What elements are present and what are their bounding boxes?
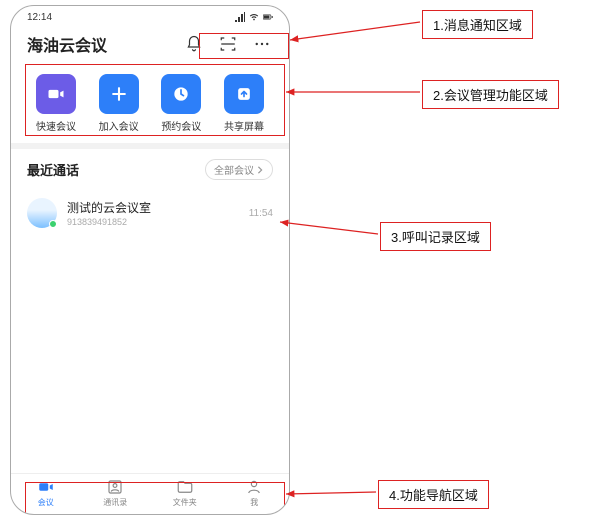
nav-label: 通讯录 bbox=[103, 497, 127, 508]
share-screen-button[interactable]: 共享屏幕 bbox=[217, 74, 271, 133]
actions-row: 快速会议 加入会议 预约会议 共享屏幕 bbox=[11, 64, 289, 137]
wifi-icon bbox=[249, 12, 259, 22]
action-label: 预约会议 bbox=[161, 118, 201, 133]
nav-me[interactable]: 我 bbox=[220, 478, 290, 508]
call-time: 11:54 bbox=[249, 208, 273, 219]
status-bar: 12:14 bbox=[11, 6, 289, 28]
call-title: 测试的云会议室 bbox=[67, 199, 151, 216]
bottom-nav: 会议 通讯录 文件夹 我 bbox=[11, 473, 289, 514]
schedule-meeting-button[interactable]: 预约会议 bbox=[154, 74, 208, 133]
filter-pill[interactable]: 全部会议 bbox=[205, 159, 273, 180]
nav-label: 会议 bbox=[38, 497, 54, 508]
action-label: 加入会议 bbox=[99, 118, 139, 133]
callout-4: 4.功能导航区域 bbox=[378, 480, 489, 509]
title-bar: 海油云会议 bbox=[11, 28, 289, 64]
nav-label: 文件夹 bbox=[173, 497, 197, 508]
call-sub: 913839491852 bbox=[67, 217, 151, 227]
bell-icon[interactable] bbox=[183, 33, 205, 55]
phone-frame: 12:14 海油云会议 快速会议 bbox=[10, 5, 290, 515]
nav-contacts[interactable]: 通讯录 bbox=[81, 478, 151, 508]
signal-icon bbox=[235, 12, 245, 22]
contacts-icon bbox=[105, 478, 125, 496]
recent-title: 最近通话 bbox=[27, 160, 79, 179]
share-icon bbox=[224, 74, 264, 114]
status-right bbox=[235, 12, 273, 22]
scan-icon[interactable] bbox=[217, 33, 239, 55]
nav-meeting[interactable]: 会议 bbox=[11, 478, 81, 508]
action-label: 共享屏幕 bbox=[224, 118, 264, 133]
recent-header: 最近通话 全部会议 bbox=[11, 149, 289, 190]
chevron-right-icon bbox=[256, 166, 264, 174]
avatar bbox=[27, 198, 57, 228]
call-text: 测试的云会议室 913839491852 bbox=[67, 199, 151, 227]
person-icon bbox=[244, 478, 264, 496]
call-record-item[interactable]: 测试的云会议室 913839491852 11:54 bbox=[11, 190, 289, 236]
callout-1: 1.消息通知区域 bbox=[422, 10, 533, 39]
video-icon bbox=[36, 478, 56, 496]
status-time: 12:14 bbox=[27, 12, 52, 23]
callout-3: 3.呼叫记录区域 bbox=[380, 222, 491, 251]
quick-meeting-button[interactable]: 快速会议 bbox=[29, 74, 83, 133]
nav-label: 我 bbox=[250, 497, 258, 508]
plus-icon bbox=[99, 74, 139, 114]
header-right-icons bbox=[183, 33, 273, 55]
clock-icon bbox=[161, 74, 201, 114]
folder-icon bbox=[175, 478, 195, 496]
battery-icon bbox=[263, 12, 273, 22]
nav-folder[interactable]: 文件夹 bbox=[150, 478, 220, 508]
action-label: 快速会议 bbox=[36, 118, 76, 133]
more-icon[interactable] bbox=[251, 33, 273, 55]
callout-2: 2.会议管理功能区域 bbox=[422, 80, 559, 109]
filter-label: 全部会议 bbox=[214, 162, 254, 177]
video-icon bbox=[36, 74, 76, 114]
join-meeting-button[interactable]: 加入会议 bbox=[92, 74, 146, 133]
app-title: 海油云会议 bbox=[27, 32, 107, 56]
